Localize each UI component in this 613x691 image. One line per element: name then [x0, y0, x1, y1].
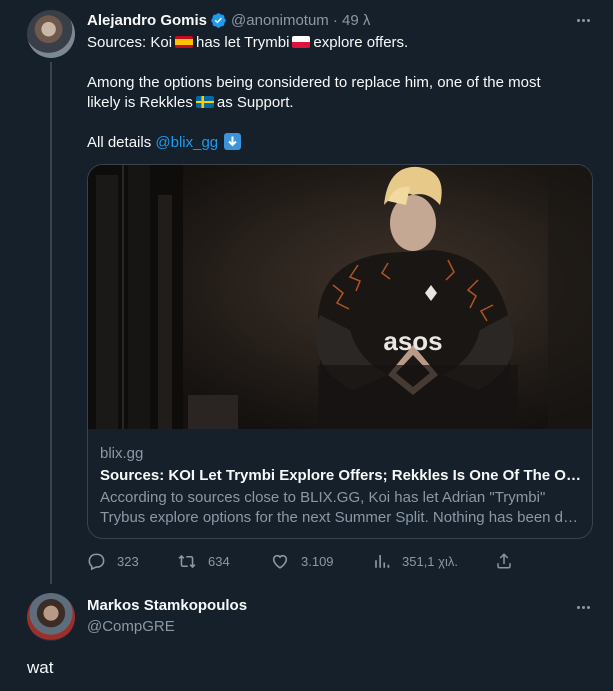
- mention-link[interactable]: @blix_gg: [155, 134, 218, 151]
- tweet-text: Sources: Koi has let Trymbi explore offers…: [87, 33, 577, 153]
- tweet-header: Alejandro Gomis @anonimotum · 49 λ: [87, 10, 370, 30]
- share-icon: [497, 553, 511, 569]
- tweet-line-4: All details @blix_gg: [87, 133, 577, 153]
- like-count: 3.109: [301, 553, 334, 569]
- retweet-count: 634: [208, 553, 230, 569]
- card-title[interactable]: Sources: KOI Let Trymbi Explore Offers; …: [100, 466, 584, 486]
- tweet-time[interactable]: · 49 λ: [333, 12, 371, 29]
- flag-spain: [175, 36, 194, 48]
- views-icon: [375, 555, 390, 568]
- reply-count: 323: [117, 553, 139, 569]
- more-options-icon[interactable]: [573, 10, 593, 30]
- author-avatar[interactable]: [27, 10, 75, 58]
- more-options-icon[interactable]: [573, 597, 593, 617]
- card-description-line-2: Trybus explore options for the next Summ…: [100, 509, 584, 526]
- verified-badge-icon: [211, 12, 226, 28]
- tweet-line-2: Among the options being considered to re…: [87, 74, 541, 91]
- reply-icon: [88, 553, 105, 570]
- reply-author-handle[interactable]: @CompGRE: [87, 618, 175, 635]
- action-bar: 323 634 3.109 351,1 χιλ.: [87, 550, 517, 572]
- arrow-down-emoji: [224, 133, 242, 150]
- player-photo: asos: [88, 165, 592, 429]
- link-card[interactable]: asos blix.gg Sources: KOI Let Trymbi Exp…: [87, 164, 593, 539]
- tweet-line-1: Sources: Koi has let Trymbi explore offers…: [87, 34, 409, 51]
- reply-button[interactable]: 323: [87, 550, 139, 572]
- like-button[interactable]: 3.109: [270, 550, 334, 572]
- reply-author-name[interactable]: Markos Stamkopoulos: [87, 597, 247, 614]
- views-button[interactable]: 351,1 χιλ.: [373, 550, 458, 572]
- flag-poland: [292, 36, 311, 48]
- retweet-button[interactable]: 634: [177, 550, 230, 572]
- card-image[interactable]: asos: [88, 165, 592, 429]
- flag-sweden: [195, 96, 214, 108]
- card-body: blix.gg Sources: KOI Let Trymbi Explore …: [100, 444, 584, 528]
- tweet-line-3: likely is Rekkles as Support.: [87, 94, 294, 111]
- card-domain: blix.gg: [100, 445, 144, 462]
- share-button[interactable]: [495, 550, 524, 572]
- like-icon: [272, 554, 288, 569]
- jersey-sponsor: asos: [383, 326, 442, 356]
- thread-line: [50, 62, 52, 584]
- author-handle[interactable]: @anonimotum: [231, 12, 329, 29]
- author-name[interactable]: Alejandro Gomis: [87, 12, 207, 29]
- views-count: 351,1 χιλ.: [402, 553, 458, 569]
- card-description-line-1: According to sources close to BLIX.GG, K…: [100, 489, 546, 506]
- reply-author-avatar[interactable]: [27, 593, 75, 641]
- retweet-icon: [178, 554, 196, 568]
- reply-text: wat: [27, 658, 54, 677]
